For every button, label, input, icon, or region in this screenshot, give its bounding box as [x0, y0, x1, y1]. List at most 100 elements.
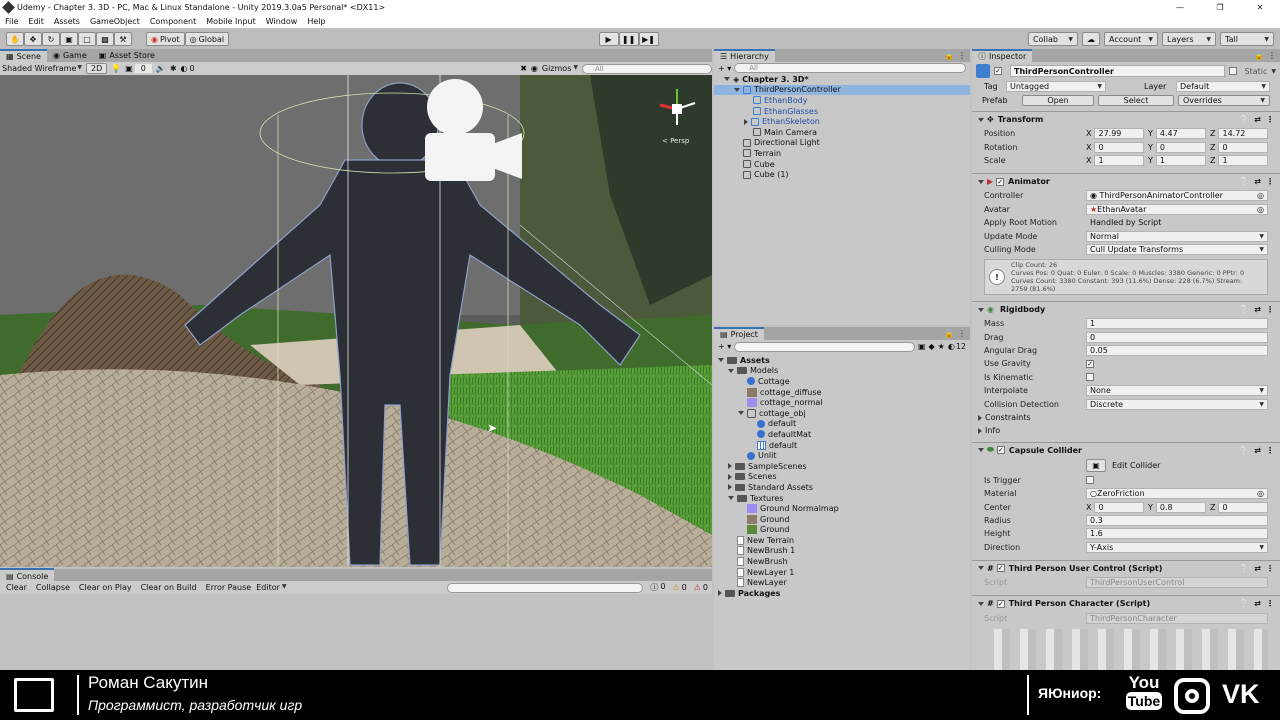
position-z-field[interactable]: 14.72	[1218, 128, 1268, 140]
angular-drag-field[interactable]: 0.05	[1086, 345, 1268, 357]
console-search-input[interactable]	[447, 582, 644, 593]
avatar-field[interactable]: ★EthanAvatar ◎	[1086, 203, 1268, 215]
height-field[interactable]: 1.6	[1086, 528, 1268, 540]
minimize-icon[interactable]: —	[1160, 3, 1200, 12]
rotate-tool-icon[interactable]: ↻	[42, 32, 60, 46]
hierarchy-search-input[interactable]: All	[734, 63, 966, 73]
shading-mode-dropdown[interactable]: Shaded Wireframe ▼	[2, 64, 82, 73]
pivot-button[interactable]: ◉ Pivot	[146, 32, 185, 46]
step-button[interactable]: ▶❚	[638, 32, 659, 46]
rotation-z-field[interactable]: 0	[1218, 141, 1268, 153]
object-picker-icon[interactable]: ◎	[1257, 489, 1264, 498]
tab-project[interactable]: ▤ Project	[714, 326, 764, 341]
expand-arrow-icon[interactable]	[728, 368, 734, 373]
help-icon[interactable]: ❔	[1239, 177, 1249, 186]
help-icon[interactable]: ❔	[1239, 115, 1249, 124]
mode-2d-toggle[interactable]: 2D	[86, 63, 108, 74]
center-x-field[interactable]: 0	[1094, 501, 1144, 513]
lock-icon[interactable]: 🔒	[1254, 51, 1264, 60]
youtube-icon[interactable]: You Tube	[1126, 674, 1162, 716]
preset-icon[interactable]: ⇄	[1254, 305, 1261, 314]
menu-edit[interactable]: Edit	[28, 17, 44, 26]
menu-icon[interactable]: ⋮	[958, 329, 966, 338]
collision-detection-dropdown[interactable]: Discrete ▼	[1086, 398, 1268, 410]
menu-icon[interactable]: ⋮	[958, 51, 966, 60]
object-name-field[interactable]: ThirdPersonController	[1010, 65, 1225, 77]
camera-icon[interactable]: ◉	[531, 64, 538, 73]
menu-assets[interactable]: Assets	[54, 17, 80, 26]
project-item[interactable]: cottage_diffuse	[714, 387, 970, 398]
expand-arrow-icon[interactable]	[728, 473, 732, 480]
filter-label-icon[interactable]: ◆	[929, 342, 935, 351]
project-item[interactable]: Assets	[714, 355, 970, 366]
use-gravity-checkbox[interactable]: ✓	[1086, 359, 1094, 368]
capsule-enabled-checkbox[interactable]: ✓	[996, 446, 1005, 455]
error-count[interactable]: ⚠ 0	[694, 583, 708, 592]
context-menu-icon[interactable]: ⋮	[1266, 305, 1274, 314]
tab-game[interactable]: ◉ Game	[47, 49, 93, 63]
layout-button[interactable]: Tall ▼	[1220, 32, 1275, 46]
interpolate-dropdown[interactable]: None ▼	[1086, 385, 1268, 397]
preset-icon[interactable]: ⇄	[1254, 446, 1261, 455]
collab-button[interactable]: Collab ▼	[1028, 32, 1079, 46]
expand-arrow-icon[interactable]	[728, 463, 732, 470]
lock-icon[interactable]: 🔒	[944, 51, 954, 60]
info-foldout[interactable]: Info	[972, 424, 1280, 437]
context-menu-icon[interactable]: ⋮	[1266, 177, 1274, 186]
project-item[interactable]: Unlit	[714, 450, 970, 461]
visibility-toggle[interactable]: ◐ 0	[181, 64, 195, 73]
project-item[interactable]: Standard Assets	[714, 482, 970, 493]
project-item[interactable]: default	[714, 419, 970, 430]
scene-viewport[interactable]: < Persp ➤	[0, 75, 712, 567]
expand-arrow-icon[interactable]	[718, 590, 722, 597]
hierarchy-item[interactable]: ThirdPersonController	[714, 84, 970, 96]
layer-dropdown[interactable]: Default ▼	[1176, 81, 1270, 92]
prefab-select-button[interactable]: Select	[1098, 94, 1174, 106]
menu-icon[interactable]: ⋮	[1268, 51, 1276, 60]
mass-field[interactable]: 1	[1086, 318, 1268, 330]
preset-icon[interactable]: ⇄	[1254, 564, 1261, 573]
menu-gameobject[interactable]: GameObject	[90, 17, 140, 26]
hidden-packages[interactable]: ◐ 12	[948, 342, 966, 351]
create-dropdown[interactable]: + ▾	[718, 64, 731, 73]
clear-button[interactable]: Clear	[2, 581, 31, 595]
expand-arrow-icon[interactable]	[718, 358, 724, 363]
rigidbody-header[interactable]: ◉ Rigidbody ❔ ⇄ ⋮	[972, 301, 1280, 317]
layers-button[interactable]: Layers ▼	[1162, 32, 1217, 46]
context-menu-icon[interactable]: ⋮	[1266, 446, 1274, 455]
project-item[interactable]: cottage_normal	[714, 397, 970, 408]
tag-dropdown[interactable]: Untagged ▼	[1006, 81, 1106, 92]
expand-arrow-icon[interactable]	[728, 496, 734, 501]
project-item[interactable]: New Terrain	[714, 535, 970, 546]
material-field[interactable]: ○ZeroFriction ◎	[1086, 488, 1268, 500]
clear-on-build-button[interactable]: Clear on Build	[137, 581, 201, 595]
help-icon[interactable]: ❔	[1239, 446, 1249, 455]
hierarchy-item[interactable]: Directional Light	[714, 138, 970, 149]
tab-inspector[interactable]: ⓘ Inspector	[972, 49, 1033, 63]
is-kinematic-checkbox[interactable]	[1086, 373, 1094, 382]
move-tool-icon[interactable]: ✥	[24, 32, 42, 46]
menu-mobile-input[interactable]: Mobile Input	[206, 17, 256, 26]
collapse-button[interactable]: Collapse	[32, 581, 74, 595]
hierarchy-item[interactable]: EthanGlasses	[714, 106, 970, 117]
project-item[interactable]: Cottage	[714, 376, 970, 387]
tab-scene[interactable]: ▦ Scene	[0, 48, 47, 63]
maximize-icon[interactable]: ❐	[1200, 3, 1240, 12]
preset-icon[interactable]: ⇄	[1254, 115, 1261, 124]
position-y-field[interactable]: 4.47	[1155, 128, 1206, 140]
menu-file[interactable]: File	[5, 17, 18, 26]
project-item[interactable]: Ground Normalmap	[714, 503, 970, 514]
constraints-foldout[interactable]: Constraints	[972, 411, 1280, 424]
project-item[interactable]: Packages	[714, 588, 970, 599]
account-button[interactable]: Account ▼	[1104, 32, 1159, 46]
project-item[interactable]: Models	[714, 366, 970, 377]
position-x-field[interactable]: 27.99	[1094, 128, 1144, 140]
effects-icon[interactable]: ✱	[170, 64, 177, 73]
instagram-icon[interactable]	[1174, 678, 1210, 714]
scale-y-field[interactable]: 1	[1155, 154, 1206, 166]
project-item[interactable]: NewLayer 1	[714, 567, 970, 578]
prefab-overrides-dropdown[interactable]: Overrides ▼	[1178, 94, 1270, 106]
is-trigger-checkbox[interactable]	[1086, 476, 1094, 485]
scene-search-input[interactable]: All	[582, 63, 712, 74]
object-picker-icon[interactable]: ◎	[1257, 205, 1264, 214]
